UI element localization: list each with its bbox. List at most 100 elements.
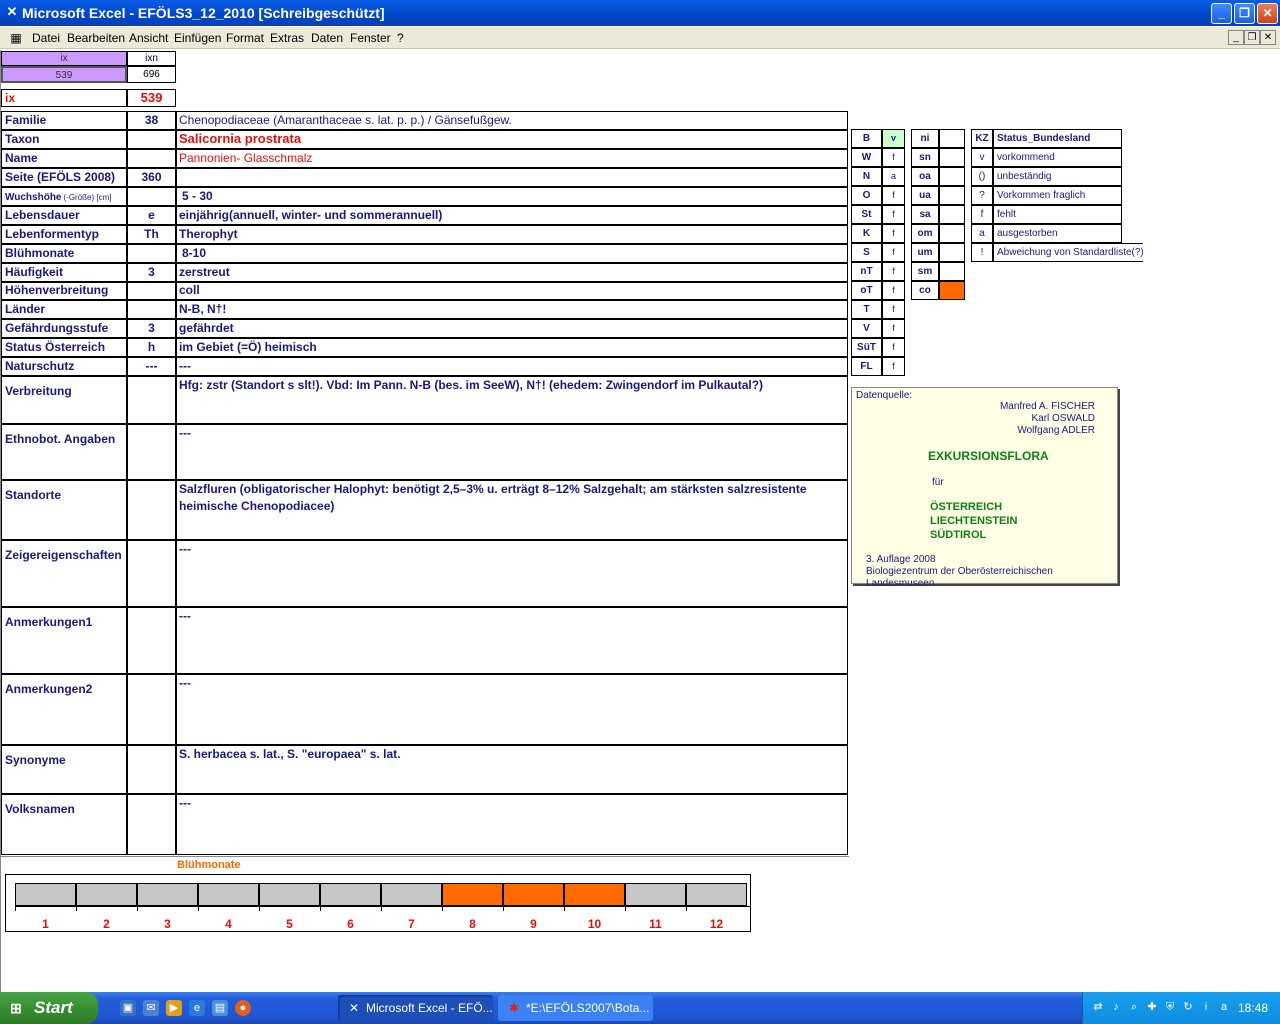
state-value[interactable]: f [882, 319, 905, 338]
field-label[interactable]: Status Österreich [1, 338, 127, 357]
field-code[interactable]: 3 [127, 263, 176, 282]
field-value[interactable]: coll [176, 282, 848, 300]
close-button[interactable]: ✕ [1257, 3, 1278, 24]
altitude-code[interactable]: sm [911, 262, 939, 281]
field-code[interactable] [127, 794, 176, 855]
state-code[interactable]: B [851, 129, 882, 148]
field-label[interactable]: Taxon [1, 130, 127, 149]
state-value[interactable]: f [882, 205, 905, 224]
altitude-code[interactable]: ni [911, 129, 939, 148]
legend-kz[interactable]: ! [971, 243, 993, 262]
field-value[interactable]: Salzfluren (obligatorischer Halophyt: be… [176, 480, 848, 540]
volume-icon[interactable]: ♪ [1109, 1000, 1123, 1014]
desktop-icon[interactable]: ▣ [120, 1000, 136, 1016]
field-value[interactable]: --- [176, 674, 848, 745]
altitude-code[interactable]: sa [911, 205, 939, 224]
month-bar[interactable] [259, 883, 320, 906]
ix-value-cell[interactable]: 539 [1, 66, 127, 83]
field-code[interactable] [127, 130, 176, 149]
altitude-code[interactable]: sn [911, 148, 939, 167]
bloom-chart[interactable]: 1 2 3 4 5 6 7 8 9 10 11 12 [5, 874, 751, 932]
state-value[interactable]: f [882, 338, 905, 357]
ixn-header[interactable]: ixn [127, 51, 176, 66]
legend-text[interactable]: ausgestorben [993, 224, 1122, 243]
legend-text[interactable]: Abweichung von Standardliste(?) [993, 243, 1144, 262]
field-label[interactable]: Name [1, 149, 127, 168]
month-bar[interactable] [76, 883, 137, 906]
month-bar[interactable] [381, 883, 442, 906]
legend-text[interactable]: Vorkommen fraglich [993, 186, 1122, 205]
altitude-code[interactable]: um [911, 243, 939, 262]
state-value[interactable]: v [882, 129, 905, 148]
field-code[interactable]: h [127, 338, 176, 357]
field-label[interactable]: Naturschutz [1, 357, 127, 376]
state-value[interactable]: f [882, 300, 905, 319]
mdi-minimize-button[interactable]: _ [1228, 30, 1244, 45]
field-code[interactable] [127, 607, 176, 674]
menu-extras[interactable]: Extras [270, 31, 304, 45]
state-value[interactable]: f [882, 262, 905, 281]
field-label[interactable]: Blühmonate [1, 244, 127, 263]
ix-label-cell[interactable]: ix [1, 89, 127, 107]
field-value[interactable]: einjährig(annuell, winter- und sommerann… [176, 206, 848, 225]
state-value[interactable]: f [882, 148, 905, 167]
month-bar[interactable] [503, 883, 564, 906]
field-value[interactable]: --- [176, 424, 848, 480]
state-code[interactable]: St [851, 205, 882, 224]
update-icon[interactable]: ↻ [1181, 1000, 1195, 1014]
task-excel[interactable]: ✕ Microsoft Excel - EFÖ... [338, 995, 493, 1021]
altitude-code[interactable]: ua [911, 186, 939, 205]
field-value[interactable]: --- [176, 540, 848, 607]
field-value[interactable]: Hfg: zstr (Standort s slt!). Vbd: Im Pan… [176, 376, 848, 424]
field-value[interactable]: --- [176, 607, 848, 674]
field-code[interactable] [127, 244, 176, 263]
mdi-close-button[interactable]: ✕ [1260, 30, 1276, 45]
state-value[interactable]: f [882, 281, 905, 300]
start-button[interactable]: ⊞ Start [0, 992, 98, 1024]
field-label[interactable]: Höhenverbreitung [1, 282, 127, 300]
state-code[interactable]: S [851, 243, 882, 262]
field-code[interactable]: 3 [127, 319, 176, 338]
legend-status-header[interactable]: Status_Bundesland [993, 129, 1122, 148]
legend-text[interactable]: fehlt [993, 205, 1122, 224]
media-player-icon[interactable]: ▶ [166, 1000, 182, 1016]
state-code[interactable]: O [851, 186, 882, 205]
field-value[interactable]: gefährdet [176, 319, 848, 338]
state-code[interactable]: K [851, 224, 882, 243]
field-code[interactable]: 38 [127, 111, 176, 130]
month-bar[interactable] [15, 883, 76, 906]
legend-kz-header[interactable]: KZ [971, 129, 993, 148]
field-value[interactable]: Pannonien- Glasschmalz [176, 149, 848, 168]
altitude-value[interactable] [939, 205, 965, 224]
outlook-icon[interactable]: ✉ [143, 1000, 159, 1016]
state-code[interactable]: oT [851, 281, 882, 300]
altitude-value[interactable] [939, 167, 965, 186]
state-value[interactable]: f [882, 186, 905, 205]
state-code[interactable]: T [851, 300, 882, 319]
legend-text[interactable]: unbeständig [993, 167, 1122, 186]
field-code[interactable]: e [127, 206, 176, 225]
legend-kz[interactable]: () [971, 167, 993, 186]
field-label[interactable]: Synonyme [1, 745, 127, 794]
field-code[interactable] [127, 149, 176, 168]
field-label[interactable]: Anmerkungen1 [1, 607, 127, 674]
field-code[interactable] [127, 540, 176, 607]
menu-fenster[interactable]: Fenster [350, 31, 391, 45]
security-icon[interactable]: ✚ [1145, 1000, 1159, 1014]
field-code[interactable] [127, 187, 176, 206]
legend-kz[interactable]: a [971, 224, 993, 243]
field-code[interactable] [127, 300, 176, 319]
altitude-value[interactable] [939, 224, 965, 243]
field-value[interactable]: --- [176, 794, 848, 855]
menu-help[interactable]: ? [397, 31, 404, 45]
field-code[interactable] [127, 674, 176, 745]
field-value[interactable]: Chenopodiaceae (Amaranthaceae s. lat. p.… [176, 111, 848, 130]
field-label[interactable]: Ethnobot. Angaben [1, 424, 127, 480]
field-value[interactable]: zerstreut [176, 263, 848, 282]
explorer-icon[interactable]: ▤ [212, 1000, 228, 1016]
state-code[interactable]: FL [851, 357, 882, 376]
altitude-value[interactable] [939, 129, 965, 148]
menu-einfuegen[interactable]: Einfügen [174, 31, 221, 45]
legend-kz[interactable]: f [971, 205, 993, 224]
state-code[interactable]: V [851, 319, 882, 338]
